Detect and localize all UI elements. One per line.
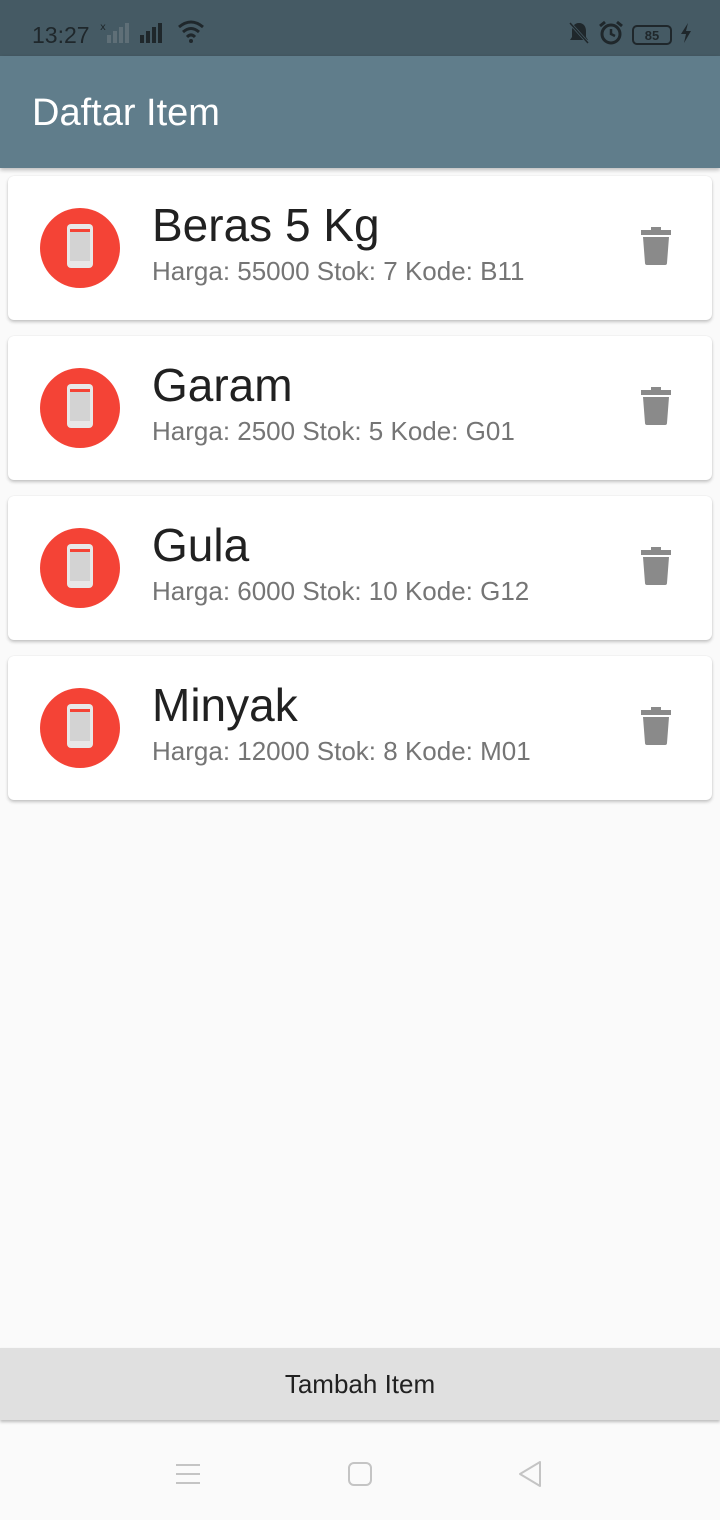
list-item[interactable]: Garam Harga: 2500 Stok: 5 Kode: G01 xyxy=(8,336,712,480)
list-item[interactable]: Beras 5 Kg Harga: 55000 Stok: 7 Kode: B1… xyxy=(8,176,712,320)
battery-icon: 85 xyxy=(632,25,672,45)
trash-icon xyxy=(641,226,671,270)
page-title: Daftar Item xyxy=(32,92,220,134)
list-item[interactable]: Gula Harga: 6000 Stok: 10 Kode: G12 xyxy=(8,496,712,640)
item-title: Garam xyxy=(152,359,293,411)
item-title: Beras 5 Kg xyxy=(152,199,380,251)
avatar xyxy=(40,208,120,288)
add-item-button[interactable]: Tambah Item xyxy=(0,1348,720,1420)
list-item[interactable]: Minyak Harga: 12000 Stok: 8 Kode: M01 xyxy=(8,656,712,800)
app-bar: Daftar Item xyxy=(0,56,720,168)
back-button[interactable] xyxy=(510,1460,550,1492)
item-title: Minyak xyxy=(152,679,298,731)
menu-icon xyxy=(174,1462,202,1491)
trash-icon xyxy=(641,386,671,430)
menu-button[interactable] xyxy=(168,1460,208,1492)
phone-icon xyxy=(66,223,94,274)
signal-x-icon: x xyxy=(100,21,130,48)
trash-icon xyxy=(641,546,671,590)
item-subtitle: Harga: 55000 Stok: 7 Kode: B11 xyxy=(152,256,525,286)
charging-icon xyxy=(680,22,692,48)
status-time: 13:27 xyxy=(32,22,90,48)
avatar xyxy=(40,368,120,448)
item-subtitle: Harga: 12000 Stok: 8 Kode: M01 xyxy=(152,736,531,766)
home-icon xyxy=(347,1461,373,1492)
mute-icon xyxy=(568,21,590,50)
wifi-icon xyxy=(176,19,206,48)
item-title: Gula xyxy=(152,519,250,571)
trash-icon xyxy=(641,706,671,750)
svg-text:x: x xyxy=(100,22,106,33)
delete-button[interactable] xyxy=(632,384,680,432)
signal-icon xyxy=(138,21,168,48)
avatar xyxy=(40,688,120,768)
avatar xyxy=(40,528,120,608)
phone-icon xyxy=(66,383,94,434)
delete-button[interactable] xyxy=(632,704,680,752)
phone-icon xyxy=(66,543,94,594)
item-list: Beras 5 Kg Harga: 55000 Stok: 7 Kode: B1… xyxy=(8,176,712,816)
status-bar: 13:27 x 85 xyxy=(0,0,720,56)
item-subtitle: Harga: 6000 Stok: 10 Kode: G12 xyxy=(152,576,530,606)
back-icon xyxy=(516,1460,544,1493)
delete-button[interactable] xyxy=(632,224,680,272)
item-subtitle: Harga: 2500 Stok: 5 Kode: G01 xyxy=(152,416,515,446)
phone-icon xyxy=(66,703,94,754)
home-button[interactable] xyxy=(340,1460,380,1492)
alarm-icon xyxy=(598,20,624,51)
system-nav-bar xyxy=(0,1430,720,1520)
delete-button[interactable] xyxy=(632,544,680,592)
